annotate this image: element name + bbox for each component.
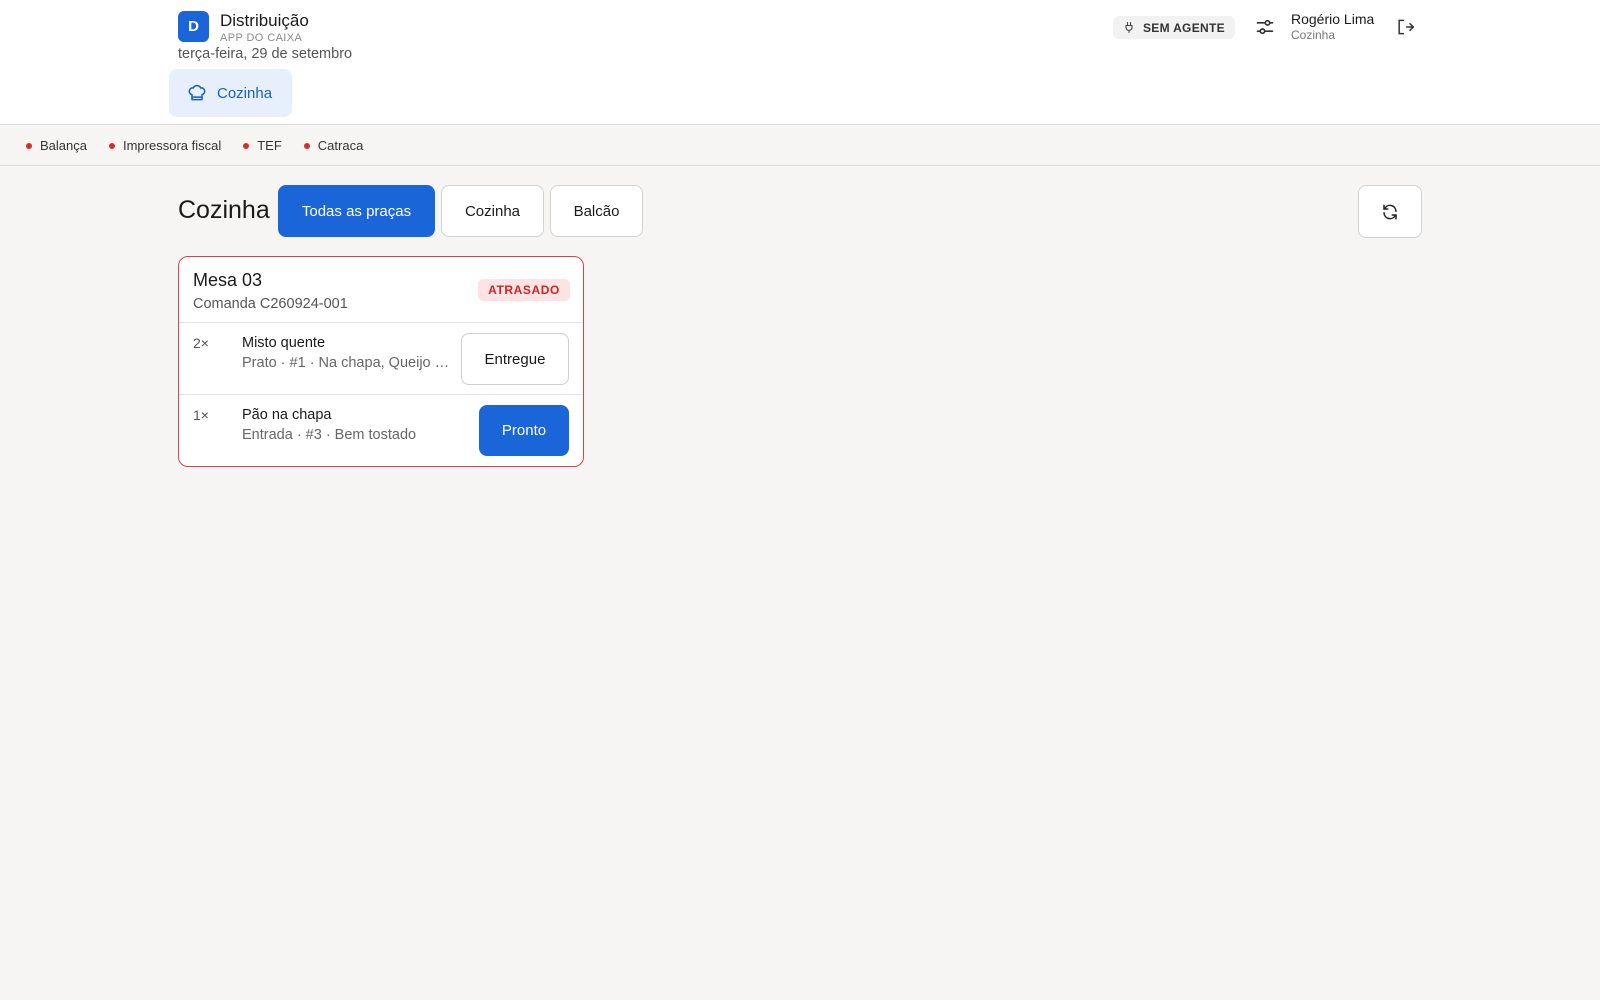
order-card-header: Mesa 03 Comanda C260924-001 ATRASADO [179, 257, 583, 323]
item-name: Misto quente [242, 335, 326, 351]
refresh-button[interactable] [1358, 185, 1422, 238]
brand: D Distribuição APP DO CAIXA [178, 11, 309, 44]
refresh-icon [1383, 204, 1397, 219]
device-status-item: Balança [26, 138, 87, 153]
sliders-icon [1256, 19, 1274, 35]
app-header: D Distribuição APP DO CAIXA terça-feira,… [0, 0, 1600, 125]
page-title: Cozinha [178, 196, 270, 224]
device-status-bar: Balança Impressora fiscal TEF Catraca [0, 126, 1600, 166]
device-label: Impressora fiscal [122, 138, 222, 153]
order-table: Mesa 03 [193, 270, 263, 290]
filter-cozinha-button[interactable]: Cozinha [441, 185, 544, 237]
plug-icon [1125, 21, 1133, 34]
device-status-item: Impressora fiscal [108, 138, 222, 153]
status-dot [243, 142, 250, 149]
item-quantity: 2× [193, 335, 209, 351]
device-status-item: TEF [243, 138, 282, 153]
item-detail: Prato · #1 · Na chapa, Queijo extra [242, 355, 452, 371]
item-quantity: 1× [193, 407, 209, 423]
order-item: 2× Misto quente Prato · #1 · Na chapa, Q… [179, 323, 583, 395]
device-label: Catraca [317, 138, 364, 153]
mark-delivered-button[interactable]: Entregue [461, 333, 569, 385]
user-name: Rogério Lima [1291, 11, 1375, 27]
filter-todas-as-pracas-button[interactable]: Todas as praças [278, 185, 435, 237]
current-date: terça-feira, 29 de setembro [178, 46, 353, 62]
filter-balcao-button[interactable]: Balcão [550, 185, 643, 237]
late-status-badge: ATRASADO [478, 279, 570, 301]
brand-name: Distribuição [220, 11, 309, 30]
item-detail: Entrada · #3 · Bem tostado [242, 427, 417, 443]
order-comanda: Comanda C260924-001 [193, 296, 348, 312]
mark-ready-button[interactable]: Pronto [479, 405, 569, 456]
status-dot [108, 142, 115, 149]
device-status-item: Catraca [303, 138, 364, 153]
order-item: 1× Pão na chapa Entrada · #3 · Bem tosta… [179, 395, 583, 466]
agent-status-badge: SEM AGENTE [1113, 16, 1235, 39]
status-dot [26, 142, 32, 149]
user-info: Rogério Lima Cozinha [1291, 11, 1374, 43]
nav-tab-label: Cozinha [217, 84, 273, 102]
settings-button[interactable] [1255, 17, 1275, 37]
user-role: Cozinha [1291, 28, 1336, 42]
logout-icon [1398, 19, 1415, 35]
logout-button[interactable] [1395, 17, 1415, 37]
item-name: Pão na chapa [242, 407, 332, 423]
device-label: Balança [40, 138, 87, 153]
brand-logo: D [178, 11, 209, 42]
nav-tab-cozinha[interactable]: Cozinha [169, 69, 292, 117]
station-filter-group: Todas as praças Cozinha Balcão [278, 185, 649, 237]
device-label: TEF [257, 138, 282, 153]
chef-hat-icon [188, 84, 206, 101]
brand-subtitle: APP DO CAIXA [220, 32, 303, 44]
order-card: Mesa 03 Comanda C260924-001 ATRASADO 2× … [178, 256, 584, 467]
status-dot [303, 142, 310, 149]
agent-status-label: SEM AGENTE [1143, 20, 1225, 35]
